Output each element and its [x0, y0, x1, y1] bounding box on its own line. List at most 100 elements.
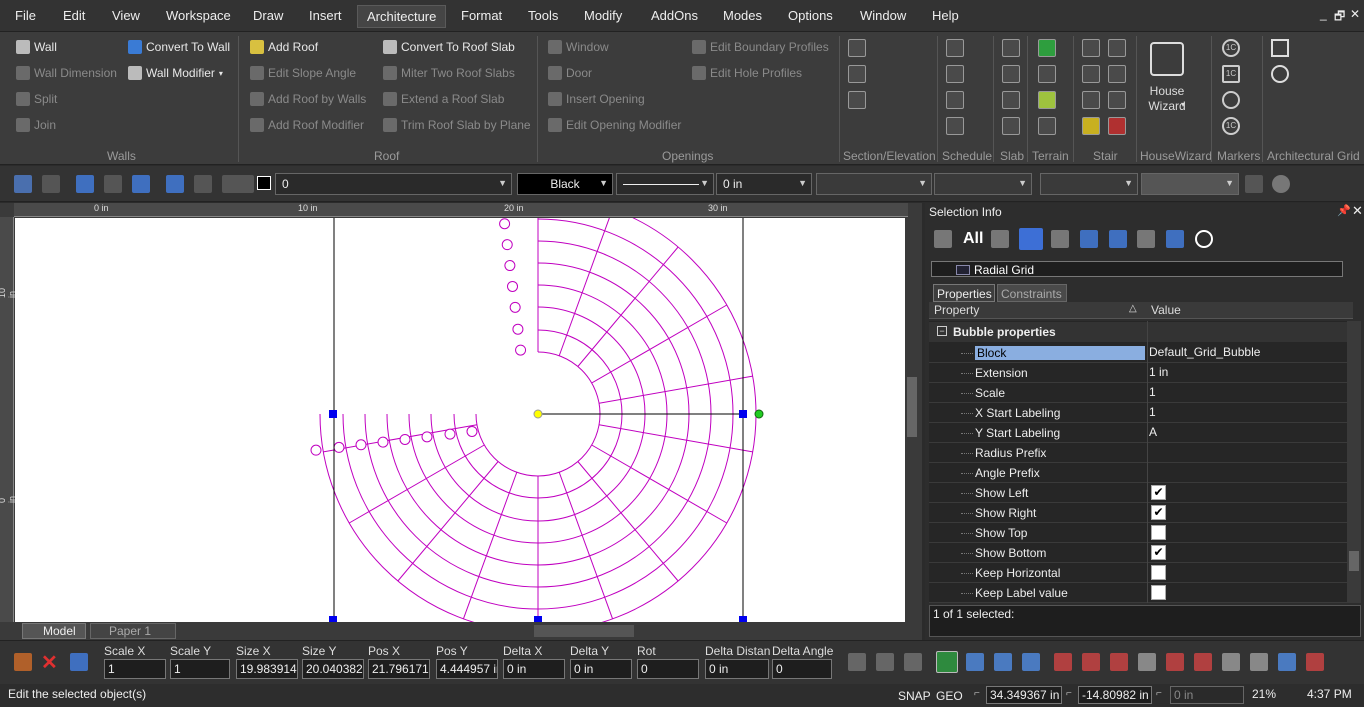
prop-row-scale[interactable]: Scale 1 — [929, 383, 1349, 403]
field-input[interactable]: 0 in — [570, 659, 632, 679]
marker-circle-icon[interactable]: 1C — [1222, 39, 1240, 57]
textstyle-dropdown[interactable]: ▼ — [1040, 173, 1138, 195]
vector-icon[interactable] — [1137, 230, 1155, 248]
window-button[interactable]: Window — [548, 40, 609, 54]
edit-hole-profiles-button[interactable]: Edit Hole Profiles — [692, 66, 802, 80]
section-icon[interactable] — [848, 39, 866, 57]
terrain-icon[interactable] — [1038, 39, 1056, 57]
bubble-properties-icon[interactable] — [1019, 228, 1043, 250]
tab-properties[interactable]: Properties — [933, 284, 995, 302]
selection-tree[interactable]: Radial Grid — [931, 261, 1343, 277]
undo-icon[interactable] — [76, 175, 94, 193]
tab-model[interactable]: Model — [22, 623, 86, 639]
schedule-edit-icon[interactable] — [946, 91, 964, 109]
prop-value[interactable]: Default_Grid_Bubble — [1149, 345, 1260, 359]
vertical-scrollbar[interactable] — [905, 217, 919, 622]
slab-modifier-icon[interactable] — [1002, 117, 1020, 135]
menu-window[interactable]: Window — [860, 8, 906, 23]
match-properties-icon[interactable] — [1245, 175, 1263, 193]
add-roof-modifier-button[interactable]: Add Roof Modifier — [250, 118, 364, 132]
field-input[interactable]: 19.983914 i — [236, 659, 298, 679]
prop-row-show-left[interactable]: Show Left ✔ — [929, 483, 1349, 503]
grip-right[interactable] — [739, 410, 747, 418]
trim-roof-slab-button[interactable]: Trim Roof Slab by Plane — [383, 118, 531, 132]
menu-tools[interactable]: Tools — [528, 8, 558, 23]
show-left-checkbox[interactable]: ✔ — [1151, 485, 1166, 500]
menu-modify[interactable]: Modify — [584, 8, 622, 23]
stair-icon[interactable] — [1082, 39, 1100, 57]
prop-row-angle-prefix[interactable]: Angle Prefix — [929, 463, 1349, 483]
stair-railing-icon[interactable] — [1108, 117, 1126, 135]
scroll-thumb[interactable] — [907, 377, 917, 437]
coord-z-field[interactable]: 0 in — [1170, 686, 1244, 704]
prop-value[interactable]: 1 — [1149, 405, 1156, 419]
redo-icon[interactable] — [104, 175, 122, 193]
add-roof-by-walls-button[interactable]: Add Roof by Walls — [250, 92, 366, 106]
menu-help[interactable]: Help — [932, 8, 959, 23]
mirror-icon[interactable] — [876, 653, 894, 671]
stretch-icon[interactable] — [904, 653, 922, 671]
edit-opening-modifier-button[interactable]: Edit Opening Modifier — [548, 118, 681, 132]
select-arrow-icon[interactable] — [14, 175, 32, 193]
snap-intersection-icon[interactable] — [1054, 653, 1072, 671]
filter-icon[interactable] — [991, 230, 1009, 248]
menu-modes[interactable]: Modes — [723, 8, 762, 23]
horizontal-scroll-thumb[interactable] — [534, 625, 634, 637]
layer-dropdown[interactable]: 0 ▼ — [275, 173, 512, 195]
restore-button[interactable]: 🗗 — [1334, 7, 1345, 28]
stair-disabled-icon[interactable] — [1108, 65, 1126, 83]
split-button[interactable]: Split — [16, 92, 57, 106]
menu-insert[interactable]: Insert — [309, 8, 342, 23]
menu-addons[interactable]: AddOns — [651, 8, 698, 23]
property-scroll-thumb[interactable] — [1349, 551, 1359, 571]
extend-roof-slab-button[interactable]: Extend a Roof Slab — [383, 92, 504, 106]
snap-extension-icon[interactable] — [1250, 653, 1268, 671]
select-similar-icon[interactable] — [42, 175, 60, 193]
convert-to-wall-button[interactable]: Convert To Wall — [128, 40, 230, 54]
tab-constraints[interactable]: Constraints — [997, 284, 1067, 302]
prop-row-show-right[interactable]: Show Right ✔ — [929, 503, 1349, 523]
section-marker-icon[interactable] — [848, 91, 866, 109]
menu-options[interactable]: Options — [788, 8, 833, 23]
zoom-level[interactable]: 21% — [1252, 687, 1276, 701]
coord-y-field[interactable]: -14.80982 in — [1078, 686, 1152, 704]
show-top-checkbox[interactable] — [1151, 525, 1166, 540]
prop-row-extension[interactable]: Extension 1 in — [929, 363, 1349, 383]
snap-center-icon[interactable] — [1022, 653, 1040, 671]
stair-curve-icon[interactable] — [1082, 117, 1100, 135]
elevation-icon[interactable] — [848, 65, 866, 83]
snap-endpoint-icon[interactable] — [966, 653, 984, 671]
marker-hex-icon[interactable]: 1C — [1222, 117, 1240, 135]
snap-toggle[interactable]: SNAP — [898, 689, 931, 703]
stair-straight-icon[interactable] — [1108, 39, 1126, 57]
grip-center[interactable] — [533, 409, 543, 419]
tab-paper-1[interactable]: Paper 1 — [90, 623, 176, 639]
prop-value[interactable]: 1 in — [1149, 365, 1168, 379]
layer-color-swatch[interactable] — [257, 176, 271, 190]
convert-to-roof-slab-button[interactable]: Convert To Roof Slab — [383, 40, 515, 54]
wall-dimension-button[interactable]: Wall Dimension — [16, 66, 117, 80]
pin-icon[interactable]: 📌 — [1337, 204, 1351, 217]
color-dropdown[interactable]: Black ▼ — [517, 173, 613, 195]
drawing-canvas[interactable] — [15, 218, 905, 622]
cancel-icon[interactable]: ✕ — [41, 650, 58, 675]
layer-stack-icon[interactable] — [194, 175, 212, 193]
wall-button[interactable]: Wall — [16, 40, 57, 54]
sort-icon[interactable]: △ — [1129, 303, 1137, 314]
rectangular-grid-icon[interactable] — [1271, 39, 1289, 57]
radial-grid-icon[interactable] — [1271, 65, 1289, 83]
collapse-icon[interactable]: − — [937, 326, 947, 336]
prop-row-radius-prefix[interactable]: Radius Prefix — [929, 443, 1349, 463]
menu-draw[interactable]: Draw — [253, 8, 283, 23]
house-wizard-icon[interactable] — [1150, 42, 1184, 76]
keep-horizontal-checkbox[interactable] — [1151, 565, 1166, 580]
miter-roof-slabs-button[interactable]: Miter Two Roof Slabs — [383, 66, 515, 80]
snap-node-icon[interactable] — [1222, 653, 1240, 671]
door-button[interactable]: Door — [548, 66, 592, 80]
terrain-modifier-icon[interactable] — [1038, 117, 1056, 135]
function-icon[interactable] — [1109, 230, 1127, 248]
terrain-paint-icon[interactable] — [1038, 91, 1056, 109]
snap-tangent-icon[interactable] — [1110, 653, 1128, 671]
keep-label-checkbox[interactable] — [1151, 585, 1166, 600]
add-roof-button[interactable]: Add Roof — [250, 40, 318, 54]
